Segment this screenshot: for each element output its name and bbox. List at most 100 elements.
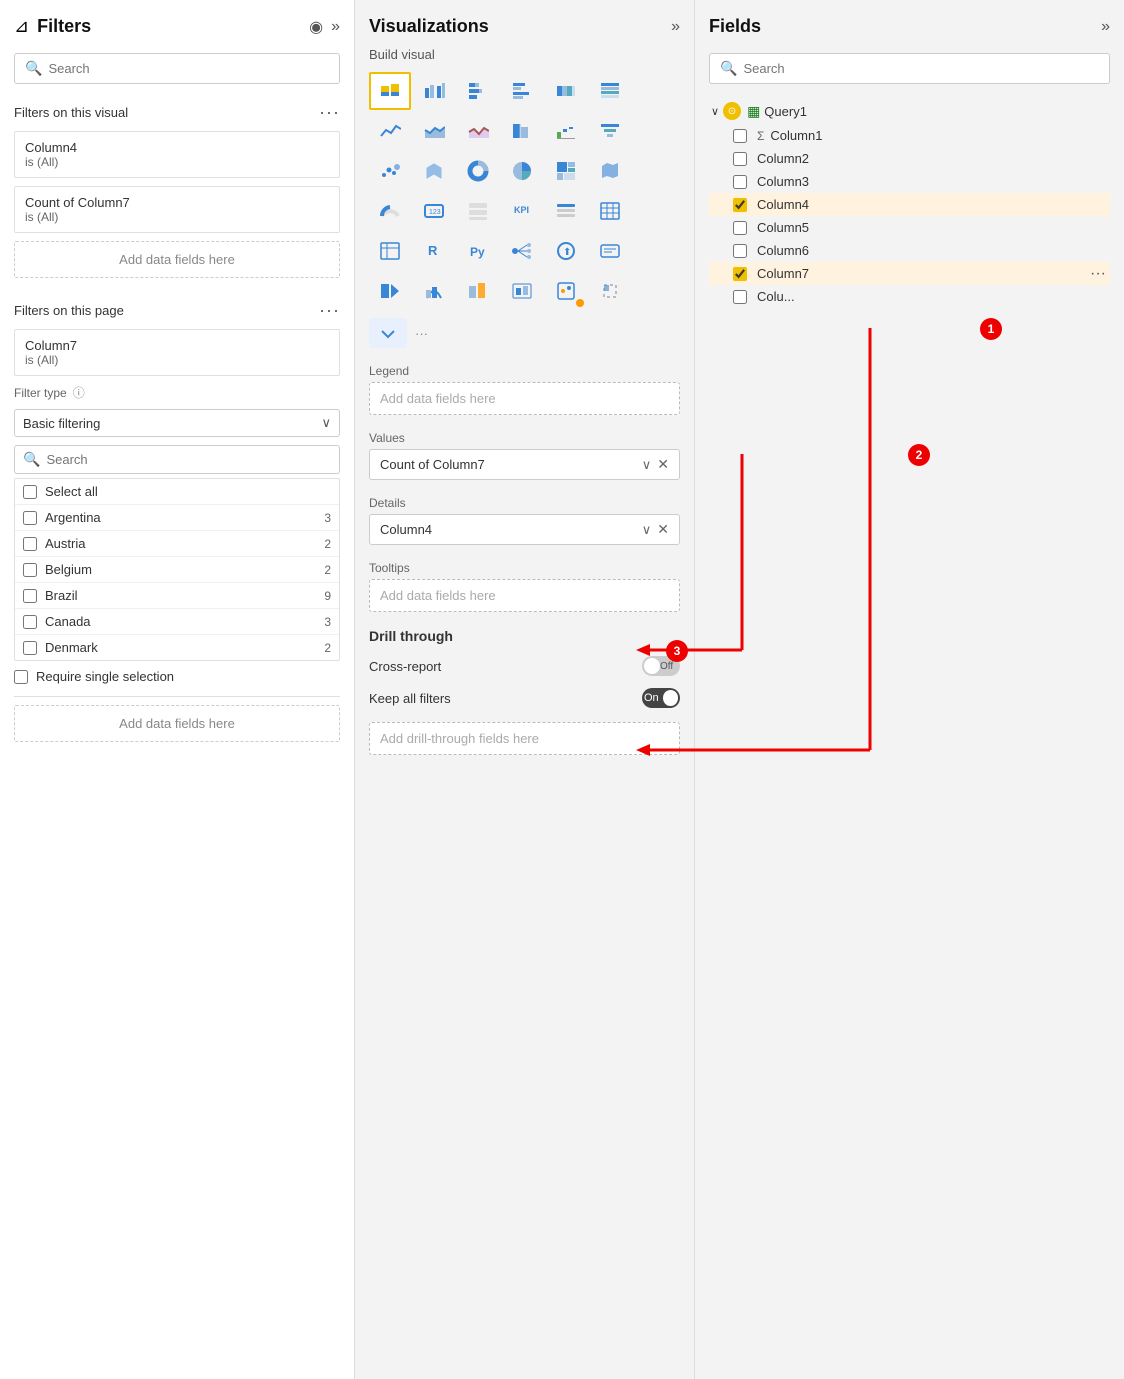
field-column1[interactable]: Σ Column1 [709, 124, 1110, 147]
viz-icon-matrix[interactable] [369, 232, 411, 270]
viz-legend-drop[interactable]: Add data fields here [369, 382, 680, 415]
query1-header[interactable]: ∨ ⊙ ▦ Query1 [709, 98, 1110, 124]
viz-more-btn[interactable] [369, 318, 407, 348]
column5-checkbox[interactable] [733, 221, 747, 235]
viz-values-chip[interactable]: Count of Column7 ∨ ✕ [369, 449, 680, 480]
field-column2[interactable]: Column2 [709, 147, 1110, 170]
column4-checkbox[interactable] [733, 198, 747, 212]
viz-icon-100pct-bar[interactable] [545, 72, 587, 110]
filter-list-item-belgium[interactable]: Belgium 2 [15, 557, 339, 583]
viz-icon-scatter[interactable] [369, 152, 411, 190]
require-single-checkbox[interactable] [14, 670, 28, 684]
viz-icon-key-influencers[interactable]: ⬆ [545, 232, 587, 270]
viz-icon-stacked-bar[interactable] [369, 72, 411, 110]
filter-search-small[interactable]: 🔍 [14, 445, 340, 474]
brazil-checkbox[interactable] [23, 589, 37, 603]
viz-icon-clustered-bar[interactable] [413, 72, 455, 110]
filter-list-item-argentina[interactable]: Argentina 3 [15, 505, 339, 531]
viz-icon-filled-map[interactable] [589, 152, 631, 190]
eye-icon[interactable]: ◉ [309, 17, 323, 37]
field-column5[interactable]: Column5 [709, 216, 1110, 239]
filters-search-input[interactable] [48, 61, 329, 76]
filter-type-info[interactable]: ⓘ [73, 384, 85, 401]
viz-icon-treemap[interactable] [545, 152, 587, 190]
viz-icon-r-visual[interactable]: R [413, 232, 455, 270]
column6-checkbox[interactable] [733, 244, 747, 258]
viz-values-close[interactable]: ✕ [657, 456, 669, 473]
viz-icon-more-5[interactable] [545, 272, 587, 310]
filter-list-item-select-all[interactable]: Select all [15, 479, 339, 505]
expand-filters-icon[interactable]: » [331, 18, 340, 36]
filter-list-item-denmark[interactable]: Denmark 2 [15, 635, 339, 660]
column2-checkbox[interactable] [733, 152, 747, 166]
viz-icon-gauge[interactable] [369, 192, 411, 230]
viz-icon-100pct-bar-h[interactable] [589, 72, 631, 110]
filter-list-item-brazil[interactable]: Brazil 9 [15, 583, 339, 609]
viz-values-chevron[interactable]: ∨ [642, 457, 652, 473]
viz-details-chevron[interactable]: ∨ [642, 522, 652, 538]
viz-icon-clustered-bar-h[interactable] [501, 72, 543, 110]
viz-icon-ribbon[interactable] [501, 112, 543, 150]
column7-filter-card[interactable]: Column7 is (All) [14, 329, 340, 376]
filters-page-more[interactable]: ··· [319, 300, 340, 321]
add-data-fields-visual[interactable]: Add data fields here [14, 241, 340, 278]
viz-icon-table[interactable] [589, 192, 631, 230]
require-single-row[interactable]: Require single selection [0, 661, 354, 692]
viz-icon-more-4[interactable] [501, 272, 543, 310]
column7-checkbox[interactable] [733, 267, 747, 281]
argentina-checkbox[interactable] [23, 511, 37, 525]
column4-filter-card[interactable]: Column4 is (All) [14, 131, 340, 178]
field-column3[interactable]: Column3 [709, 170, 1110, 193]
column7-more-dots[interactable]: ··· [1090, 265, 1106, 283]
filter-list-item-austria[interactable]: Austria 2 [15, 531, 339, 557]
column7-count-filter-card[interactable]: Count of Column7 is (All) [14, 186, 340, 233]
viz-icon-map[interactable] [413, 152, 455, 190]
filters-visual-more[interactable]: ··· [319, 102, 340, 123]
denmark-checkbox[interactable] [23, 641, 37, 655]
column8-checkbox[interactable] [733, 290, 747, 304]
field-column6[interactable]: Column6 [709, 239, 1110, 262]
viz-icon-line[interactable] [369, 112, 411, 150]
viz-icon-slicer[interactable] [545, 192, 587, 230]
filter-list-item-canada[interactable]: Canada 3 [15, 609, 339, 635]
viz-icon-stacked-bar-h[interactable] [457, 72, 499, 110]
column1-checkbox[interactable] [733, 129, 747, 143]
viz-icon-more-3[interactable] [457, 272, 499, 310]
column3-checkbox[interactable] [733, 175, 747, 189]
field-column4[interactable]: Column4 [709, 193, 1110, 216]
field-column8[interactable]: Colu... [709, 285, 1110, 308]
viz-icon-line-area[interactable] [457, 112, 499, 150]
filter-type-select[interactable]: Basic filtering ∨ [14, 409, 340, 437]
field-column7[interactable]: Column7 ··· [709, 262, 1110, 285]
viz-icon-more-6[interactable] [589, 272, 631, 310]
viz-tooltips-drop[interactable]: Add data fields here [369, 579, 680, 612]
select-all-checkbox[interactable] [23, 485, 37, 499]
viz-icon-kpi[interactable]: KPI [501, 192, 543, 230]
viz-icon-donut[interactable] [457, 152, 499, 190]
viz-icon-pie[interactable] [501, 152, 543, 190]
viz-details-chip[interactable]: Column4 ∨ ✕ [369, 514, 680, 545]
viz-icon-waterfall[interactable] [545, 112, 587, 150]
viz-icon-funnel[interactable] [589, 112, 631, 150]
fields-expand-icon[interactable]: » [1101, 18, 1110, 36]
fields-search-box[interactable]: 🔍 [709, 53, 1110, 84]
austria-checkbox[interactable] [23, 537, 37, 551]
viz-icon-decomp-tree[interactable] [501, 232, 543, 270]
viz-icon-multi-row-card[interactable] [457, 192, 499, 230]
viz-icon-more-1[interactable] [369, 272, 411, 310]
fields-search-input[interactable] [743, 61, 1099, 76]
viz-icon-python[interactable]: Py [457, 232, 499, 270]
viz-icon-more-2[interactable] [413, 272, 455, 310]
keep-filters-toggle[interactable]: On [642, 688, 680, 708]
drill-add-zone[interactable]: Add drill-through fields here [369, 722, 680, 755]
viz-more-dots[interactable]: ··· [415, 326, 428, 341]
viz-icon-card[interactable]: 123 [413, 192, 455, 230]
add-data-fields-bottom[interactable]: Add data fields here [14, 705, 340, 742]
canada-checkbox[interactable] [23, 615, 37, 629]
filters-search-box[interactable]: 🔍 [14, 53, 340, 84]
viz-details-close[interactable]: ✕ [657, 521, 669, 538]
filter-search-input[interactable] [46, 452, 331, 467]
viz-icon-smart-narrative[interactable] [589, 232, 631, 270]
viz-icon-area[interactable] [413, 112, 455, 150]
belgium-checkbox[interactable] [23, 563, 37, 577]
